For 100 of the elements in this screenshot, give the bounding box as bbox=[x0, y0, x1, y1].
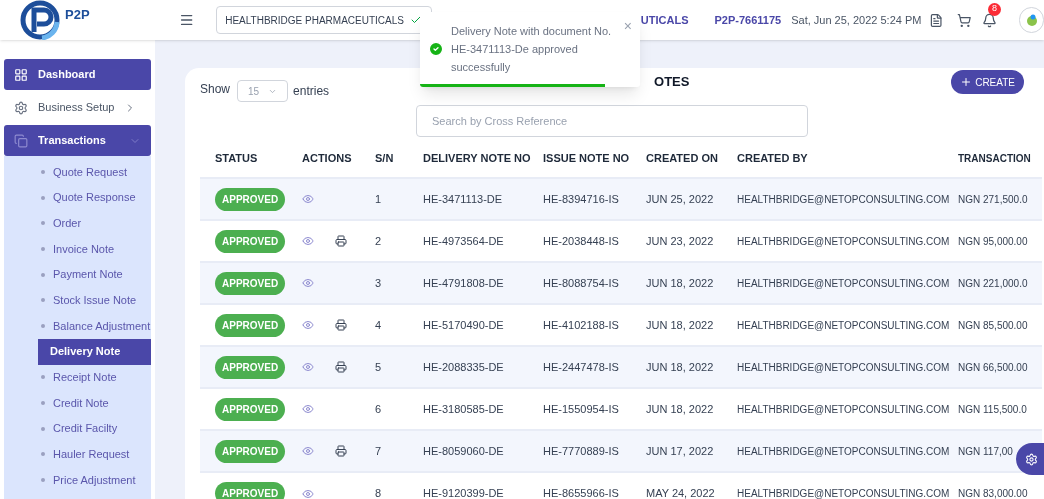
table-cell: 7 bbox=[375, 444, 382, 457]
check-icon bbox=[409, 14, 422, 26]
card-title: OTES bbox=[654, 73, 690, 92]
toast-message: Delivery Note with document No. HE-3471113-De approved successfully bbox=[451, 24, 613, 75]
page-size-select[interactable]: 15 bbox=[237, 80, 289, 102]
column-header: CREATED ON bbox=[646, 152, 718, 165]
sidebar-item[interactable]: Dashboard bbox=[4, 59, 151, 90]
create-button[interactable]: CREATE bbox=[951, 70, 1024, 94]
column-header: CREATED BY bbox=[737, 152, 808, 165]
company-name: UTICALS bbox=[640, 12, 689, 28]
submenu-item[interactable]: Balance Adjustment bbox=[4, 313, 151, 339]
settings-icon bbox=[1024, 452, 1038, 466]
bell-icon[interactable] bbox=[982, 12, 998, 28]
entries-label: entries bbox=[293, 83, 330, 100]
table-cell: HE-3471113-DE bbox=[423, 192, 503, 205]
search-field[interactable]: Search by Cross Reference bbox=[416, 105, 808, 137]
table-cell: HEALTHBRIDGE@NETOPCONSULTING.COM bbox=[737, 319, 950, 331]
table-cell: JUN 18, 2022 bbox=[646, 360, 714, 373]
table-cell: HEALTHBRIDGE@NETOPCONSULTING.COM bbox=[737, 277, 950, 289]
table-cell: NGN 83,000.00 bbox=[958, 488, 1028, 499]
table-cell: HE-3180585-DE bbox=[423, 402, 504, 415]
submenu-item[interactable]: Price Adjustment bbox=[4, 467, 151, 493]
submenu-item[interactable]: Credit Facilty bbox=[4, 415, 151, 442]
column-header: ISSUE NOTE NO bbox=[543, 152, 630, 165]
status-badge: APPROVED bbox=[215, 482, 286, 499]
table-cell: HE-2447478-IS bbox=[543, 360, 619, 373]
copy-icon bbox=[14, 133, 28, 148]
printer-icon[interactable] bbox=[335, 445, 347, 457]
settings-icon bbox=[14, 100, 28, 115]
plus-icon bbox=[960, 76, 973, 88]
table-cell: HEALTHBRIDGE@NETOPCONSULTING.COM bbox=[737, 488, 950, 499]
table-cell: JUN 17, 2022 bbox=[646, 444, 714, 457]
submenu-item[interactable]: Order bbox=[4, 210, 151, 237]
table-cell: JUN 18, 2022 bbox=[646, 402, 714, 415]
table-cell: HEALTHBRIDGE@NETOPCONSULTING.COM bbox=[737, 361, 950, 373]
table-cell: HE-1550954-IS bbox=[543, 402, 619, 415]
status-badge: APPROVED bbox=[215, 439, 286, 463]
logo-text: P2P bbox=[65, 6, 90, 25]
printer-icon[interactable] bbox=[335, 361, 347, 373]
column-header: DELIVERY NOTE NO bbox=[423, 152, 531, 165]
table-cell: MAY 24, 2022 bbox=[646, 487, 715, 499]
notification-badge: 8 bbox=[988, 2, 1002, 16]
status-badge: APPROVED bbox=[215, 355, 286, 379]
table-cell: NGN 271,500.0 bbox=[958, 193, 1028, 205]
table-cell: 8 bbox=[375, 487, 382, 499]
printer-icon[interactable] bbox=[335, 319, 347, 331]
status-badge: APPROVED bbox=[215, 313, 286, 337]
table-cell: HEALTHBRIDGE@NETOPCONSULTING.COM bbox=[737, 193, 950, 205]
table-cell: HE-8655966-IS bbox=[543, 487, 619, 499]
logo-icon bbox=[20, 0, 62, 40]
table-cell: HEALTHBRIDGE@NETOPCONSULTING.COM bbox=[737, 403, 950, 415]
table-cell: HE-8088754-IS bbox=[543, 276, 619, 289]
grid-icon bbox=[14, 67, 28, 82]
view-icon[interactable] bbox=[302, 487, 314, 499]
table-cell: NGN 115,500.0 bbox=[958, 403, 1027, 415]
column-header: STATUS bbox=[215, 152, 258, 165]
show-label: Show bbox=[200, 81, 231, 98]
table-cell: HE-7770889-IS bbox=[543, 444, 619, 457]
table-cell: HE-2088335-DE bbox=[423, 360, 504, 373]
table-cell: HE-9120399-DE bbox=[423, 487, 504, 499]
column-header: TRANSACTION bbox=[958, 153, 1031, 164]
table-cell: 6 bbox=[375, 402, 382, 415]
view-icon[interactable] bbox=[302, 403, 314, 415]
submenu-item[interactable]: Stock Issue Note bbox=[4, 287, 151, 314]
table-cell: HE-4102188-IS bbox=[543, 318, 619, 331]
status-badge: APPROVED bbox=[215, 187, 286, 211]
menu-icon[interactable] bbox=[178, 12, 195, 28]
submenu-item[interactable]: Quote Response bbox=[4, 184, 151, 211]
sidebar-item[interactable]: Transactions bbox=[4, 125, 151, 156]
submenu-item[interactable]: Invoice Note bbox=[4, 236, 151, 262]
submenu-item[interactable]: Payment Note bbox=[4, 261, 151, 288]
table-cell: 3 bbox=[375, 276, 382, 289]
close-button[interactable]: × bbox=[623, 16, 632, 37]
table-cell: HE-2038448-IS bbox=[543, 234, 619, 247]
view-icon[interactable] bbox=[302, 235, 314, 247]
submenu-item[interactable]: Delivery Note bbox=[38, 338, 151, 365]
table-cell: HE-8059060-DE bbox=[423, 444, 504, 457]
table-cell: HEALTHBRIDGE@NETOPCONSULTING.COM bbox=[737, 445, 950, 457]
submenu-item[interactable]: Quote Request bbox=[4, 159, 151, 185]
document-icon[interactable] bbox=[929, 12, 944, 28]
table-cell: JUN 18, 2022 bbox=[646, 276, 714, 289]
table-cell: HE-4791808-DE bbox=[423, 276, 504, 289]
success-icon bbox=[428, 41, 444, 57]
status-badge: APPROVED bbox=[215, 271, 286, 295]
settings-button[interactable] bbox=[1016, 443, 1044, 475]
table-cell: JUN 23, 2022 bbox=[646, 234, 714, 247]
table-cell: NGN 66,500.00 bbox=[958, 361, 1028, 373]
cart-icon[interactable] bbox=[956, 12, 972, 28]
table-cell: NGN 85,500.00 bbox=[958, 319, 1028, 331]
table-cell: HE-4973564-DE bbox=[423, 234, 504, 247]
column-header: S/N bbox=[375, 152, 394, 165]
submenu-item[interactable]: Receipt Note bbox=[4, 364, 151, 391]
column-header: ACTIONS bbox=[302, 152, 352, 165]
table-cell: JUN 25, 2022 bbox=[646, 192, 714, 205]
printer-icon[interactable] bbox=[335, 235, 347, 247]
table-cell: 1 bbox=[375, 192, 382, 205]
avatar[interactable] bbox=[1019, 7, 1044, 33]
view-icon[interactable] bbox=[302, 319, 314, 331]
submenu-item[interactable]: Credit Note bbox=[4, 390, 151, 416]
submenu-item[interactable]: Hauler Request bbox=[4, 441, 151, 468]
